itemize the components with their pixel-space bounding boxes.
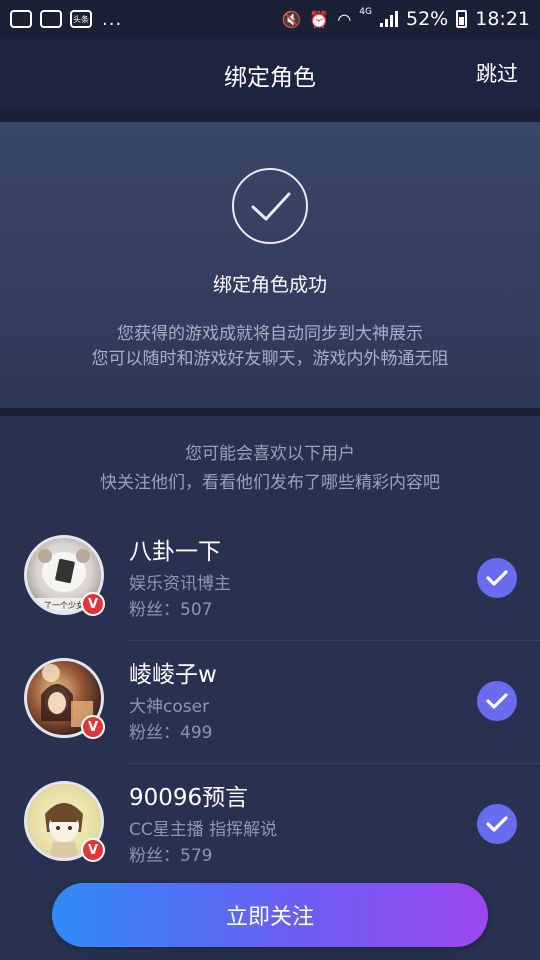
status-bar-right: 🔇 ⏰ ◠ 4G 52% 18:21 [281,7,530,30]
alarm-icon: ⏰ [309,9,330,29]
wifi-icon: ◠ [337,9,352,29]
toutiao-notification-icon: 头条 [70,10,92,28]
list-item[interactable]: V 90096预言 CC星主播 指挥解说 粉丝：579 [0,764,540,887]
list-item[interactable]: V 崚崚子w 大神coser 粉丝：499 [0,641,540,764]
divider [0,108,540,122]
user-description: CC星主播 指挥解说 [129,820,278,840]
check-icon [486,570,508,586]
success-title: 绑定角色成功 [212,274,327,296]
success-desc-line: 您获得的游戏成就将自动同步到大神展示 [117,324,423,344]
user-list: 了一个少女 V 八卦一下 娱乐资讯博主 粉丝：507 V 崚崚子w 大神cose… [0,518,540,887]
verified-badge-icon: V [81,592,105,616]
network-type: 4G [359,7,372,17]
nav-bar: 绑定角色 跳过 [0,38,540,108]
battery-percent: 52% [406,8,449,30]
success-check-icon [232,168,308,244]
battery-icon [456,10,468,28]
avatar-caption: 了一个少女 [44,600,84,610]
recommend-intro: 您可能会喜欢以下用户 快关注他们，看看他们发布了哪些精彩内容吧 [0,440,540,498]
skip-button[interactable]: 跳过 [476,58,518,88]
select-user-checkbox[interactable] [477,558,517,598]
signal-icon [380,11,398,27]
page-title: 绑定角色 [224,65,316,91]
verified-badge-icon: V [81,715,105,739]
user-name: 八卦一下 [129,539,221,565]
app-notification-icon [40,10,62,28]
recommend-intro-line: 快关注他们，看看他们发布了哪些精彩内容吧 [100,473,440,493]
more-notifications-indicator: ... [102,8,123,30]
user-name: 90096预言 [129,785,249,811]
select-user-checkbox[interactable] [477,804,517,844]
list-item[interactable]: 了一个少女 V 八卦一下 娱乐资讯博主 粉丝：507 [0,518,540,641]
check-icon [486,693,508,709]
bind-success-panel: 绑定角色成功 您获得的游戏成就将自动同步到大神展示 您可以随时和游戏好友聊天，游… [0,122,540,408]
user-fans-count: 粉丝：579 [129,846,213,866]
user-description: 娱乐资讯博主 [129,574,231,594]
check-icon [486,816,508,832]
recommend-intro-line: 您可能会喜欢以下用户 [185,444,355,464]
status-bar: 头条 ... 🔇 ⏰ ◠ 4G 52% 18:21 [0,0,540,38]
user-name: 崚崚子w [129,662,217,688]
success-desc-line: 您可以随时和游戏好友聊天，游戏内外畅通无阻 [91,349,449,369]
user-description: 大神coser [129,697,210,717]
select-user-checkbox[interactable] [477,681,517,721]
user-fans-count: 粉丝：499 [129,723,213,743]
recommend-users-section: 您可能会喜欢以下用户 快关注他们，看看他们发布了哪些精彩内容吧 了一个少女 V … [0,416,540,960]
divider [0,408,540,416]
app-notification-icon [10,10,32,28]
verified-badge-icon: V [81,838,105,862]
mute-icon: 🔇 [281,9,302,29]
follow-now-button[interactable]: 立即关注 [52,883,488,947]
clock: 18:21 [475,8,530,30]
success-description: 您获得的游戏成就将自动同步到大神展示 您可以随时和游戏好友聊天，游戏内外畅通无阻 [0,322,540,372]
user-fans-count: 粉丝：507 [129,600,213,620]
status-bar-left: 头条 ... [10,9,122,30]
